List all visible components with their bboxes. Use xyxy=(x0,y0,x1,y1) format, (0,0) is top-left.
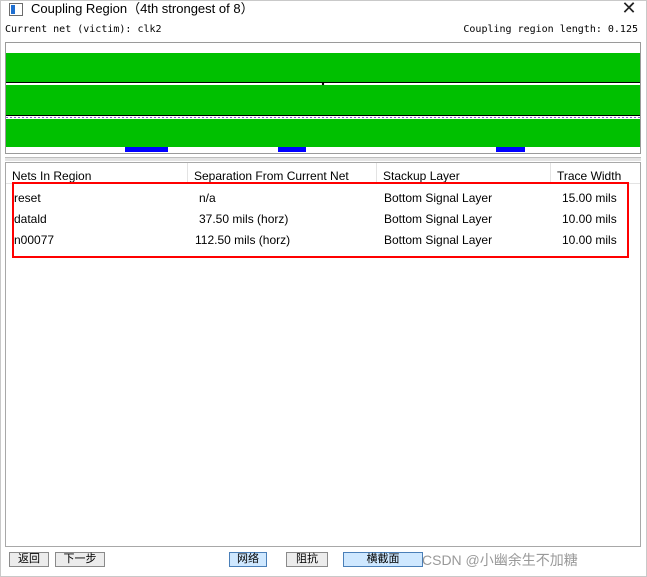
via-marker-3 xyxy=(496,147,525,152)
copper-band-bottom xyxy=(6,119,640,147)
table-row[interactable]: n00077 112.50 mils (horz) Bottom Signal … xyxy=(6,230,640,251)
net-name-cell: reset xyxy=(14,191,41,205)
current-net-label: Current net (victim): clk2 xyxy=(5,24,162,35)
column-header-trace-width[interactable]: Trace Width xyxy=(551,163,640,184)
copper-band-top xyxy=(6,53,640,82)
stackup-cell: Bottom Signal Layer xyxy=(384,233,493,247)
column-header-stackup[interactable]: Stackup Layer xyxy=(377,163,551,184)
trace-width-cell: 10.00 mils xyxy=(562,233,617,247)
via-marker-1 xyxy=(125,147,168,152)
info-bar: Current net (victim): clk2 Coupling regi… xyxy=(1,21,646,39)
net-name-cell: datald xyxy=(14,212,47,226)
stackup-cell: Bottom Signal Layer xyxy=(384,212,493,226)
window-app-icon xyxy=(9,3,23,16)
net-name-cell: n00077 xyxy=(14,233,55,247)
nets-table: Nets In Region Separation From Current N… xyxy=(5,162,641,547)
close-icon[interactable]: ✕ xyxy=(620,0,638,17)
next-button[interactable]: 下一步 xyxy=(55,552,105,567)
separation-cell: n/a xyxy=(199,191,216,205)
pane-splitter[interactable] xyxy=(5,157,641,161)
cross-section-button[interactable]: 横截面 xyxy=(343,552,423,567)
bottom-toolbar: 返回 下一步 网络 阻抗 横截面 CSDN @小幽余生不加糖 xyxy=(1,548,646,576)
table-row[interactable]: datald 37.50 mils (horz) Bottom Signal L… xyxy=(6,209,640,230)
coupling-region-view xyxy=(5,42,641,154)
trace-width-cell: 15.00 mils xyxy=(562,191,617,205)
stackup-cell: Bottom Signal Layer xyxy=(384,191,493,205)
table-header: Nets In Region Separation From Current N… xyxy=(6,163,640,184)
coupling-length-label: Coupling region length: 0.125 xyxy=(463,24,638,35)
window-title: Coupling Region（4th strongest of 8） xyxy=(31,1,254,16)
back-button[interactable]: 返回 xyxy=(9,552,49,567)
copper-band-middle xyxy=(6,85,640,115)
trace-dot xyxy=(321,82,325,86)
separation-cell: 37.50 mils (horz) xyxy=(199,212,289,226)
watermark-text: CSDN @小幽余生不加糖 xyxy=(422,552,578,568)
trace-width-cell: 10.00 mils xyxy=(562,212,617,226)
trace-cross-view xyxy=(6,53,640,152)
table-row[interactable]: reset n/a Bottom Signal Layer 15.00 mils xyxy=(6,188,640,209)
coupling-region-window: Coupling Region（4th strongest of 8） ✕ Cu… xyxy=(0,0,647,577)
via-marker-2 xyxy=(278,147,306,152)
title-bar[interactable]: Coupling Region（4th strongest of 8） ✕ xyxy=(1,0,646,19)
net-button[interactable]: 网络 xyxy=(229,552,267,567)
column-header-nets[interactable]: Nets In Region xyxy=(6,163,188,184)
column-header-separation[interactable]: Separation From Current Net xyxy=(188,163,377,184)
separation-cell: 112.50 mils (horz) xyxy=(195,233,291,247)
impedance-button[interactable]: 阻抗 xyxy=(286,552,328,567)
